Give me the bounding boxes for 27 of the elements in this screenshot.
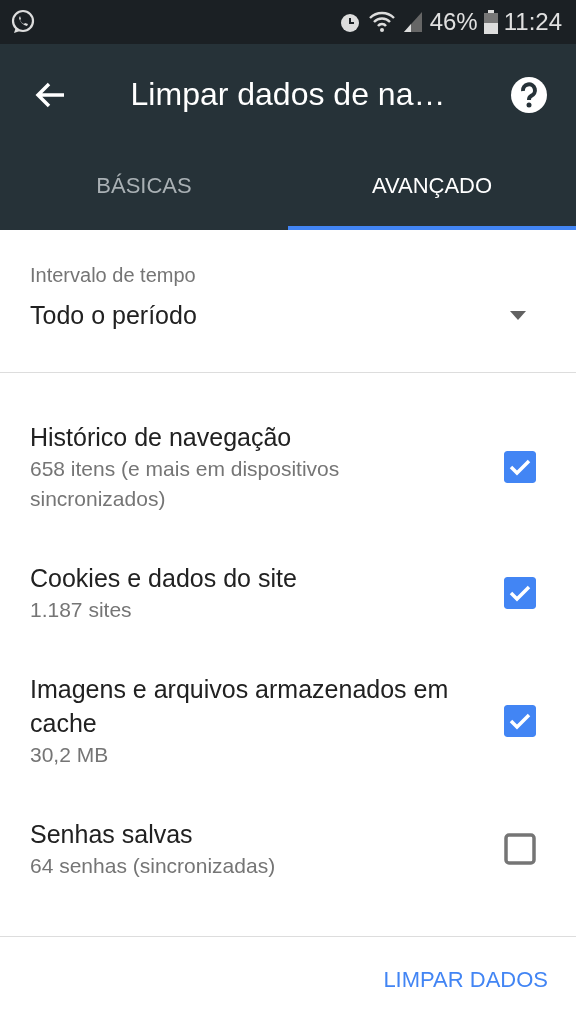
- field-label: Intervalo de tempo: [30, 264, 196, 287]
- item-subtitle: 30,2 MB: [30, 742, 110, 768]
- toolbar-title: Limpar dados de na…: [129, 76, 447, 113]
- tab[interactable]: BÁSICAS: [0, 145, 288, 230]
- chat-icon: [10, 9, 36, 35]
- item-title: Imagens e arquivos armazenados em cache: [30, 674, 450, 739]
- tab[interactable]: AVANÇADO: [288, 145, 576, 230]
- item-title: Cookies e dados do site: [30, 563, 298, 594]
- checkbox[interactable]: [504, 451, 536, 483]
- item-title: Senhas salvas: [30, 819, 194, 850]
- clock-time: 11:24: [503, 8, 562, 36]
- item-subtitle: 658 itens (e mais em dispositivos sincronizados): [30, 456, 341, 512]
- help-icon[interactable]: [510, 75, 548, 114]
- wifi-icon: [367, 10, 396, 34]
- checkbox[interactable]: [504, 577, 536, 609]
- item-subtitle: 64 senhas (sincronizadas): [30, 853, 277, 879]
- back-arrow-icon[interactable]: [34, 80, 66, 109]
- item-title: Histórico de navegação: [30, 422, 293, 453]
- time-range-value[interactable]: Todo o período: [30, 301, 197, 330]
- item-subtitle: 1.187 sites: [30, 597, 133, 623]
- dropdown-caret-icon[interactable]: [510, 311, 526, 320]
- battery-percent: 46%: [429, 8, 478, 36]
- checkbox[interactable]: [504, 705, 536, 737]
- signal-icon: [401, 10, 424, 34]
- battery-icon: [483, 10, 498, 34]
- clear-data-button[interactable]: LIMPAR DADOS: [383, 967, 548, 993]
- checkbox[interactable]: [504, 833, 536, 865]
